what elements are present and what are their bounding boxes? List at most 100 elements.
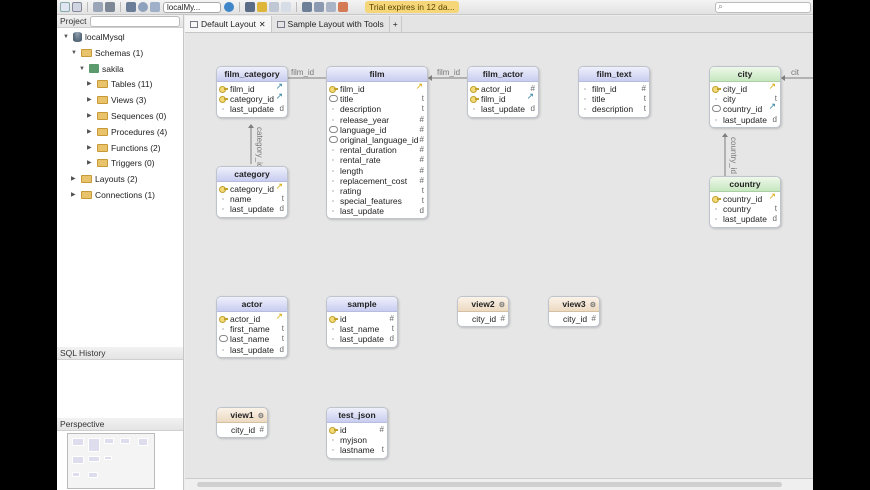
- tree-item[interactable]: ▶ Triggers (0): [87, 156, 155, 170]
- table-actor[interactable]: actor actor_id ↗ first_name t last_name t last_…: [216, 296, 288, 358]
- tree-item[interactable]: ▶ Connections (1): [71, 188, 155, 202]
- table-title[interactable]: country: [710, 177, 780, 192]
- table-column[interactable]: language_id #: [327, 125, 427, 135]
- table-title[interactable]: actor: [217, 297, 287, 312]
- chevron-right-icon[interactable]: ▶: [71, 172, 78, 186]
- table-title[interactable]: view2 ⚙: [458, 297, 508, 312]
- table-film-category[interactable]: film_category film_id ↗ category_id ↗ last_up…: [216, 66, 288, 118]
- add-tab-button[interactable]: +: [390, 16, 402, 32]
- tree-item[interactable]: ▼ localMysql: [63, 30, 125, 44]
- table-column[interactable]: description t: [327, 104, 427, 114]
- table-column[interactable]: city_id ↗: [710, 81, 780, 94]
- chevron-down-icon[interactable]: ▼: [71, 46, 78, 60]
- new-file-icon[interactable]: [60, 2, 70, 12]
- table-column[interactable]: last_update d: [217, 345, 287, 355]
- table-column[interactable]: country_id ↗: [710, 191, 780, 204]
- chevron-down-icon[interactable]: ▼: [63, 30, 70, 44]
- table-title[interactable]: category: [217, 167, 287, 182]
- table-column[interactable]: id #: [327, 425, 387, 435]
- open-icon[interactable]: [72, 2, 82, 12]
- table-title[interactable]: film: [327, 67, 427, 82]
- chevron-down-icon[interactable]: ▼: [79, 62, 86, 76]
- table-title[interactable]: city: [710, 67, 780, 82]
- table-column[interactable]: title t: [579, 94, 649, 104]
- tree-item[interactable]: ▶ Sequences (0): [87, 109, 166, 123]
- table-column[interactable]: last_update d: [468, 104, 538, 114]
- chevron-right-icon[interactable]: ▶: [87, 156, 94, 170]
- table-column[interactable]: film_id ↗: [468, 91, 538, 104]
- table-category[interactable]: category category_id ↗ name t last_update d: [216, 166, 288, 218]
- tree-item[interactable]: ▼ sakila: [79, 62, 124, 76]
- table-column[interactable]: category_id ↗: [217, 91, 287, 104]
- chevron-right-icon[interactable]: ▶: [87, 93, 94, 107]
- table-column[interactable]: special_features t: [327, 196, 427, 206]
- table-title[interactable]: view3 ⚙: [549, 297, 599, 312]
- table-title[interactable]: sample: [327, 297, 397, 312]
- table-column[interactable]: last_update d: [217, 204, 287, 214]
- close-icon[interactable]: ✕: [259, 20, 266, 29]
- table-column[interactable]: last_update d: [710, 214, 780, 224]
- table-column[interactable]: replacement_cost #: [327, 176, 427, 186]
- diagram-canvas[interactable]: film_id film_id category_id country_id c…: [185, 33, 813, 478]
- save-icon[interactable]: [93, 2, 103, 12]
- connection-select[interactable]: localMy...: [163, 1, 221, 13]
- table-film[interactable]: film film_id ↗ title t description t release_ye…: [326, 66, 428, 220]
- table-column[interactable]: country t: [710, 204, 780, 214]
- table-title[interactable]: view1 ⚙: [217, 408, 267, 423]
- scrollbar-thumb[interactable]: [197, 482, 782, 487]
- table-column[interactable]: last_update d: [217, 104, 287, 114]
- horizontal-scrollbar[interactable]: [185, 478, 813, 490]
- chevron-right-icon[interactable]: ▶: [87, 125, 94, 139]
- table-film-text[interactable]: film_text film_id # title t description t: [578, 66, 650, 118]
- export-icon[interactable]: [314, 2, 324, 12]
- zoom-icon[interactable]: [138, 2, 148, 12]
- tools-icon[interactable]: [338, 2, 348, 12]
- table-view3[interactable]: view3 ⚙ city_id #: [548, 296, 600, 328]
- table-column[interactable]: city_id #: [458, 314, 508, 324]
- table-column[interactable]: myjson: [327, 435, 387, 445]
- table-column[interactable]: category_id ↗: [217, 181, 287, 194]
- table-column[interactable]: film_id ↗: [327, 81, 427, 94]
- table-column[interactable]: rental_duration #: [327, 145, 427, 155]
- trial-badge[interactable]: Trial expires in 12 da...: [365, 1, 459, 13]
- table-city[interactable]: city city_id ↗ city t country_id ↗ last_update d: [709, 66, 781, 128]
- table-title[interactable]: film_category: [217, 67, 287, 82]
- table-column[interactable]: rating t: [327, 186, 427, 196]
- table-column[interactable]: description t: [579, 104, 649, 114]
- table-country[interactable]: country country_id ↗ country t last_update d: [709, 176, 781, 228]
- chevron-right-icon[interactable]: ▶: [87, 109, 94, 123]
- table-column[interactable]: last_update d: [710, 115, 780, 125]
- chevron-right-icon[interactable]: ▶: [71, 188, 78, 202]
- table-column[interactable]: film_id #: [579, 84, 649, 94]
- arrow-right-icon[interactable]: [150, 2, 160, 12]
- tab-sample-layout[interactable]: Sample Layout with Tools: [272, 16, 390, 32]
- table-sample[interactable]: sample id # last_name t last_update d: [326, 296, 398, 348]
- table-column[interactable]: city_id #: [549, 314, 599, 324]
- table-column[interactable]: id #: [327, 314, 397, 324]
- global-search-input[interactable]: [715, 1, 811, 13]
- tree-item[interactable]: ▶ Layouts (2): [71, 172, 138, 186]
- table-title[interactable]: test_json: [327, 408, 387, 423]
- project-search-input[interactable]: [90, 16, 180, 27]
- print-icon[interactable]: [105, 2, 115, 12]
- tree-item[interactable]: ▶ Functions (2): [87, 141, 161, 155]
- import-icon[interactable]: [326, 2, 336, 12]
- tree-item[interactable]: ▶ Tables (11): [87, 77, 152, 91]
- table-test-json[interactable]: test_json id # myjson lastname t: [326, 407, 388, 459]
- tree-item[interactable]: ▶ Procedures (4): [87, 125, 167, 139]
- table-column[interactable]: original_language_id #: [327, 135, 427, 145]
- table-column[interactable]: city_id #: [217, 425, 267, 435]
- table-column[interactable]: lastname t: [327, 445, 387, 455]
- database-icon[interactable]: [126, 2, 136, 12]
- table-column[interactable]: name t: [217, 194, 287, 204]
- table-column[interactable]: actor_id ↗: [217, 311, 287, 324]
- table-column[interactable]: last_update d: [327, 334, 397, 344]
- comment-icon[interactable]: [281, 2, 291, 12]
- chevron-right-icon[interactable]: ▶: [87, 141, 94, 155]
- sql-editor-icon[interactable]: [245, 2, 255, 12]
- grid-icon[interactable]: [302, 2, 312, 12]
- table-column[interactable]: length #: [327, 166, 427, 176]
- table-column[interactable]: title t: [327, 94, 427, 104]
- table-title[interactable]: film_text: [579, 67, 649, 82]
- pencil-icon[interactable]: [257, 2, 267, 12]
